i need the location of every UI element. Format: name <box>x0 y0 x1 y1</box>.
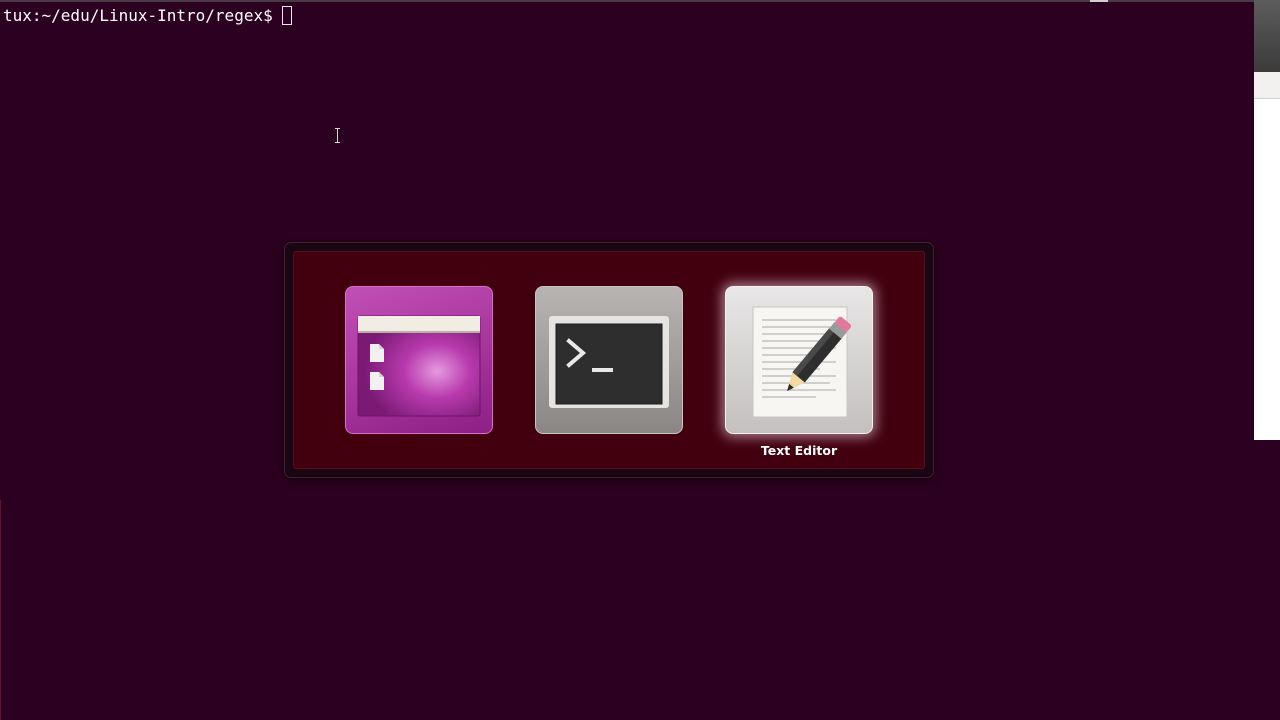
background-window-edge[interactable] <box>1254 0 1280 440</box>
app-switcher-panel: Text Editor <box>293 251 925 469</box>
switcher-selected-label: Text Editor <box>760 443 838 458</box>
app-switcher: Text Editor <box>285 243 933 477</box>
switcher-item-files[interactable] <box>345 286 493 434</box>
switcher-item-terminal[interactable] <box>535 286 683 434</box>
left-screen-edge <box>0 500 1 720</box>
ibeam-cursor-icon <box>334 128 342 143</box>
terminal-prompt-line[interactable]: tux:~/edu/Linux-Intro/regex$ <box>3 3 292 27</box>
window-top-edge <box>0 0 1254 2</box>
text-editor-icon <box>752 306 852 418</box>
desktop-screen: tux:~/edu/Linux-Intro/regex$ Text Editor <box>0 0 1280 720</box>
terminal-icon <box>549 316 669 408</box>
files-icon <box>357 315 481 417</box>
background-window-toolbar <box>1254 72 1280 99</box>
background-window-titlebar <box>1254 0 1280 72</box>
terminal-prompt: tux:~/edu/Linux-Intro/regex$ <box>3 5 273 25</box>
terminal-cursor <box>281 5 292 25</box>
window-top-edge-highlight <box>1090 0 1108 2</box>
switcher-item-text-editor[interactable] <box>725 286 873 434</box>
